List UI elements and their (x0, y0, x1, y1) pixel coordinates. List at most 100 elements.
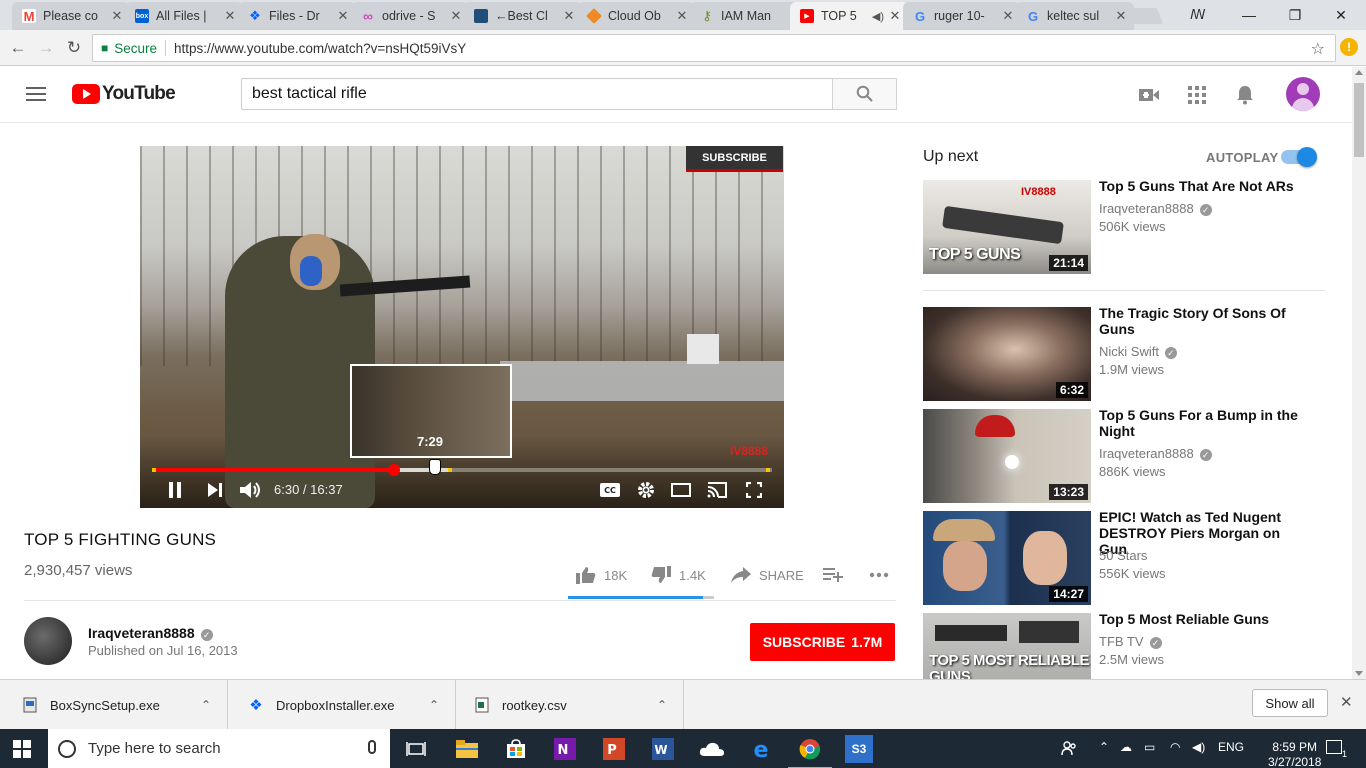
video-thumbnail[interactable]: 14:27 (923, 511, 1091, 605)
show-all-downloads-button[interactable]: Show all (1252, 689, 1328, 717)
volume-tray-icon[interactable]: ◀) (1192, 740, 1205, 754)
chrome-icon[interactable] (788, 735, 832, 768)
action-center-icon[interactable]: 1 (1326, 740, 1347, 759)
chevron-up-icon[interactable]: ⌃ (201, 698, 211, 712)
windows-start-icon[interactable] (13, 740, 31, 758)
download-item[interactable]: rootkey.csv ⌃ (456, 680, 684, 730)
captions-icon[interactable]: CC (599, 480, 621, 500)
forward-icon[interactable]: → (34, 36, 58, 60)
browser-tab[interactable]: Cloud Ob ✕ (577, 2, 695, 30)
file-explorer-icon[interactable] (453, 735, 481, 763)
search-input[interactable] (241, 78, 833, 110)
account-avatar[interactable] (1286, 77, 1320, 111)
edge-browser-icon[interactable]: e (747, 735, 775, 763)
chrome-update-icon[interactable]: ! (1340, 38, 1358, 56)
progress-scrubber-handle[interactable] (388, 464, 401, 476)
microphone-icon[interactable] (368, 740, 376, 754)
add-to-playlist-button[interactable] (823, 565, 843, 585)
volume-icon[interactable] (239, 480, 263, 500)
onedrive-tray-icon[interactable]: ☁ (1120, 740, 1132, 754)
battery-icon[interactable]: ▭ (1144, 740, 1155, 754)
pause-icon[interactable] (164, 480, 186, 500)
subscribe-button[interactable]: SUBSCRIBE 1.7M (750, 623, 895, 661)
close-icon[interactable]: ✕ (675, 8, 689, 24)
minimize-icon[interactable]: — (1226, 0, 1272, 30)
system-clock[interactable]: 8:59 PM 3/27/2018 (1268, 740, 1321, 768)
speaker-icon[interactable]: ◀) (872, 10, 884, 23)
language-indicator[interactable]: ENG (1218, 740, 1244, 754)
video-thumbnail[interactable]: 6:32 (923, 307, 1091, 401)
restore-icon[interactable]: ❐ (1272, 0, 1318, 30)
close-icon[interactable]: ✕ (223, 8, 237, 24)
browser-tab[interactable]: box All Files | ✕ (125, 2, 243, 30)
video-thumbnail[interactable]: TOP 5 MOST RELIABLE GUNS (923, 613, 1091, 679)
close-icon[interactable]: ✕ (336, 8, 350, 24)
toggle-knob[interactable] (1297, 147, 1317, 167)
youtube-logo[interactable]: YouTube (72, 83, 176, 105)
task-view-icon[interactable] (402, 735, 430, 763)
browser-tab[interactable]: ←Best Cl ✕ (464, 2, 582, 30)
back-icon[interactable]: ← (6, 36, 30, 60)
upload-video-icon[interactable] (1138, 85, 1160, 105)
taskbar-search-box[interactable]: Type here to search (48, 729, 390, 768)
chevron-up-icon[interactable]: ⌃ (1099, 740, 1109, 754)
profile-icon[interactable]: ꟿ (1190, 7, 1206, 23)
recommended-title[interactable]: Top 5 Most Reliable Guns (1099, 613, 1309, 627)
window-close-icon[interactable]: ✕ (1318, 0, 1364, 30)
video-thumbnail[interactable]: 13:23 (923, 409, 1091, 503)
theater-mode-icon[interactable] (670, 480, 692, 500)
recommended-title[interactable]: Top 5 Guns That Are Not ARs (1099, 178, 1309, 194)
channel-name-text[interactable]: Iraqveteran8888 (88, 625, 195, 641)
scroll-down-icon[interactable] (1355, 671, 1363, 676)
apps-grid-icon[interactable] (1186, 85, 1208, 105)
settings-gear-icon[interactable] (635, 480, 657, 500)
recommended-title[interactable]: Top 5 Guns For a Bump in the Night (1099, 407, 1309, 439)
hamburger-menu-icon[interactable] (26, 87, 46, 101)
wifi-icon[interactable]: ◠ (1170, 740, 1180, 754)
recommended-title[interactable]: The Tragic Story Of Sons Of Guns (1099, 305, 1309, 337)
word-icon[interactable]: W (649, 735, 677, 763)
close-icon[interactable]: ✕ (562, 8, 576, 24)
cast-icon[interactable] (706, 480, 728, 500)
recommended-video[interactable]: TOP 5 MOST RELIABLE GUNS Top 5 Most Reli… (923, 613, 1325, 679)
chevron-up-icon[interactable]: ⌃ (429, 698, 439, 712)
notifications-bell-icon[interactable] (1234, 85, 1256, 105)
onenote-icon[interactable]: N (551, 735, 579, 763)
page-scrollbar[interactable] (1352, 67, 1366, 679)
people-icon[interactable] (1061, 740, 1077, 759)
browser-tab[interactable]: G ruger 10- ✕ (903, 2, 1021, 30)
s3-browser-icon[interactable]: S3 (845, 735, 873, 763)
close-icon[interactable]: ✕ (1001, 8, 1015, 24)
address-bar[interactable]: ■ Secure https://www.youtube.com/watch?v… (92, 34, 1336, 62)
powerpoint-icon[interactable]: P (600, 735, 628, 763)
dislike-button[interactable]: 1.4K (651, 565, 706, 585)
new-tab-button[interactable] (1125, 8, 1163, 24)
onedrive-icon[interactable] (698, 735, 726, 763)
more-actions-button[interactable] (869, 565, 889, 585)
chevron-up-icon[interactable]: ⌃ (657, 698, 667, 712)
channel-name[interactable]: Iraqveteran8888 ✓ (88, 625, 213, 641)
close-downloads-icon[interactable]: ✕ (1340, 693, 1353, 711)
microsoft-store-icon[interactable] (502, 735, 530, 763)
search-button[interactable] (832, 78, 897, 110)
video-player[interactable]: SUBSCRIBE 7:29 IV8888 6:30 / 16:37 CC (140, 146, 784, 508)
close-icon[interactable]: ✕ (888, 8, 902, 24)
browser-tab[interactable]: ∞ odrive - S ✕ (351, 2, 469, 30)
browser-tab-active[interactable]: ▶ TOP 5 ◀) ✕ (790, 2, 908, 30)
bookmark-star-icon[interactable]: ☆ (1311, 39, 1325, 59)
like-button[interactable]: 18K (576, 565, 627, 585)
download-item[interactable]: ❖ DropboxInstaller.exe ⌃ (228, 680, 456, 730)
browser-tab[interactable]: ❖ Files - Dr ✕ (238, 2, 356, 30)
video-thumbnail[interactable]: IV8888 TOP 5 GUNS 21:14 (923, 180, 1091, 274)
subscribe-overlay-button[interactable]: SUBSCRIBE (686, 146, 783, 172)
progress-bar[interactable] (152, 464, 772, 476)
close-icon[interactable]: ✕ (449, 8, 463, 24)
download-item[interactable]: BoxSyncSetup.exe ⌃ (0, 680, 228, 730)
autoplay-toggle[interactable] (1281, 147, 1317, 167)
reload-icon[interactable]: ↻ (62, 36, 86, 60)
scroll-up-icon[interactable] (1355, 70, 1363, 75)
url-text[interactable]: https://www.youtube.com/watch?v=nsHQt59i… (174, 41, 466, 56)
channel-avatar[interactable] (24, 617, 72, 665)
next-icon[interactable] (204, 480, 226, 500)
share-button[interactable]: SHARE (731, 565, 804, 585)
